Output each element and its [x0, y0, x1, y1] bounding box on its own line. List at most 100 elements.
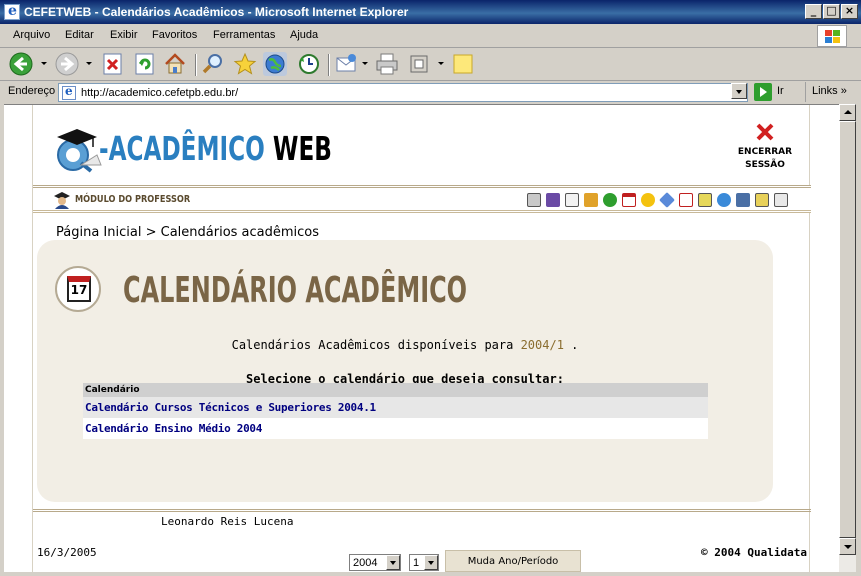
- print-icon[interactable]: [375, 52, 399, 76]
- logout-label[interactable]: ENCERRAR SESSÃO: [738, 147, 792, 170]
- books-icon[interactable]: [546, 193, 560, 207]
- period-select[interactable]: 1: [409, 554, 439, 571]
- scroll-down-icon[interactable]: [839, 538, 856, 555]
- menu-favoritos[interactable]: Favoritos: [152, 29, 197, 41]
- recycle-icon[interactable]: [603, 193, 617, 207]
- edit-dropdown-icon[interactable]: [438, 62, 444, 65]
- tag-icon[interactable]: [659, 192, 675, 208]
- copyright: © 2004 Qualidata: [701, 546, 807, 559]
- current-date: 16/3/2005: [37, 546, 97, 559]
- close-x-icon[interactable]: [754, 121, 776, 143]
- stop-icon[interactable]: [101, 52, 125, 76]
- help-icon[interactable]: [679, 193, 693, 207]
- search-icon[interactable]: [201, 52, 225, 76]
- history-icon[interactable]: [297, 52, 321, 76]
- chevron-down-icon[interactable]: [424, 555, 438, 570]
- back-icon[interactable]: [9, 52, 33, 76]
- page-icon: [62, 84, 76, 100]
- forward-icon[interactable]: [55, 52, 79, 76]
- table-row[interactable]: Calendário Ensino Médio 2004: [83, 418, 708, 439]
- page-viewport: -ACADÊMICO WEB ENCERRAR SESSÃO MÓDULO DO…: [4, 104, 839, 572]
- messenger-note-icon[interactable]: [451, 52, 475, 76]
- calendar-day: 17: [67, 276, 91, 302]
- calendar-link[interactable]: Calendário Cursos Técnicos e Superiores …: [83, 397, 708, 418]
- calendar-badge-icon: 17: [55, 266, 101, 312]
- professor-icon: [54, 192, 70, 209]
- year-value[interactable]: 2004: [353, 557, 377, 569]
- notes-icon[interactable]: [774, 193, 788, 207]
- calendar-panel: 17 CALENDÁRIO ACADÊMICO Calendários Acad…: [37, 240, 773, 502]
- breadcrumb-home[interactable]: Página Inicial: [56, 225, 141, 240]
- intro-text: Calendários Acadêmicos disponíveis para …: [37, 338, 773, 352]
- page-title: CALENDÁRIO ACADÊMICO: [123, 270, 468, 311]
- forward-dropdown-icon[interactable]: [86, 62, 92, 65]
- logout-button[interactable]: ENCERRAR SESSÃO: [735, 121, 795, 171]
- menu-bar: Arquivo Editar Exibir Favoritos Ferramen…: [0, 24, 861, 48]
- windows-logo-icon: [817, 25, 847, 47]
- menu-ajuda[interactable]: Ajuda: [290, 29, 318, 41]
- menu-ferramentas[interactable]: Ferramentas: [213, 29, 275, 41]
- menu-editar[interactable]: Editar: [65, 29, 94, 41]
- graduation-q-icon: [57, 129, 102, 173]
- minimize-button[interactable]: _: [805, 4, 822, 19]
- chevron-down-icon[interactable]: [386, 555, 400, 570]
- toolbar-separator: [195, 54, 197, 76]
- chart-icon[interactable]: [755, 193, 769, 207]
- address-dropdown-icon[interactable]: [731, 83, 747, 99]
- toolbar-separator: [328, 54, 330, 76]
- table-row[interactable]: Calendário Cursos Técnicos e Superiores …: [83, 397, 708, 418]
- scroll-up-icon[interactable]: [839, 104, 856, 121]
- site-container: -ACADÊMICO WEB ENCERRAR SESSÃO MÓDULO DO…: [32, 105, 811, 572]
- refresh-icon[interactable]: [133, 52, 157, 76]
- favorites-star-icon[interactable]: [233, 52, 257, 76]
- address-input[interactable]: http://academico.cefetpb.edu.br/: [58, 83, 748, 102]
- close-button[interactable]: ×: [841, 4, 858, 19]
- clock-icon[interactable]: [641, 193, 655, 207]
- calendar-icon[interactable]: [622, 193, 636, 207]
- go-arrow-icon[interactable]: [754, 83, 772, 101]
- address-label: Endereço: [8, 85, 56, 97]
- year-select[interactable]: 2004: [349, 554, 401, 571]
- chevron-right-icon[interactable]: »: [841, 85, 847, 97]
- breadcrumb-separator: >: [141, 225, 161, 240]
- clipboard-icon[interactable]: [565, 193, 579, 207]
- lock-icon[interactable]: [584, 193, 598, 207]
- window-title: CEFETWEB - Calendários Acadêmicos - Micr…: [24, 5, 409, 19]
- internet-explorer-icon: [4, 3, 20, 20]
- links-toolbar[interactable]: Links »: [805, 82, 861, 102]
- mail-icon[interactable]: [335, 52, 359, 76]
- intro-end: .: [563, 338, 579, 352]
- calendar-table: Calendário Calendário Cursos Técnicos e …: [83, 383, 708, 439]
- table-header: Calendário: [83, 383, 708, 397]
- window-title-bar: CEFETWEB - Calendários Acadêmicos - Micr…: [0, 0, 861, 24]
- maximize-button[interactable]: □: [823, 4, 840, 19]
- period-value: 2004/1: [520, 338, 564, 352]
- period-select-value[interactable]: 1: [413, 557, 419, 569]
- go-button[interactable]: Ir: [777, 85, 784, 97]
- address-bar: Endereço http://academico.cefetpb.edu.br…: [0, 81, 861, 103]
- mail-tool-icon[interactable]: [736, 193, 750, 207]
- address-url[interactable]: http://academico.cefetpb.edu.br/: [81, 87, 238, 99]
- intro-label: Calendários Acadêmicos disponíveis para: [231, 338, 521, 352]
- academico-web-logo: -ACADÊMICO WEB: [53, 121, 333, 177]
- change-period-button[interactable]: Muda Ano/Período: [445, 550, 581, 572]
- menu-arquivo[interactable]: Arquivo: [13, 29, 50, 41]
- mail-dropdown-icon[interactable]: [362, 62, 368, 65]
- home-icon[interactable]: [163, 52, 187, 76]
- breadcrumb: Página Inicial > Calendários acadêmicos: [56, 225, 319, 240]
- links-label[interactable]: Links: [812, 85, 838, 97]
- edit-icon[interactable]: [407, 52, 431, 76]
- media-globe-icon[interactable]: [263, 52, 287, 76]
- globe-icon[interactable]: [717, 193, 731, 207]
- menu-exibir[interactable]: Exibir: [110, 29, 138, 41]
- calendar-link[interactable]: Calendário Ensino Médio 2004: [83, 418, 708, 439]
- user-name: Leonardo Reis Lucena: [161, 515, 294, 528]
- vertical-scrollbar[interactable]: [839, 104, 856, 572]
- module-label: MÓDULO DO PROFESSOR: [75, 194, 191, 205]
- monitor-icon[interactable]: [527, 193, 541, 207]
- module-bar: MÓDULO DO PROFESSOR: [33, 185, 811, 213]
- scrollbar-thumb[interactable]: [839, 121, 856, 538]
- grid-icon[interactable]: [698, 193, 712, 207]
- breadcrumb-current: Calendários acadêmicos: [160, 225, 320, 240]
- back-dropdown-icon[interactable]: [41, 62, 47, 65]
